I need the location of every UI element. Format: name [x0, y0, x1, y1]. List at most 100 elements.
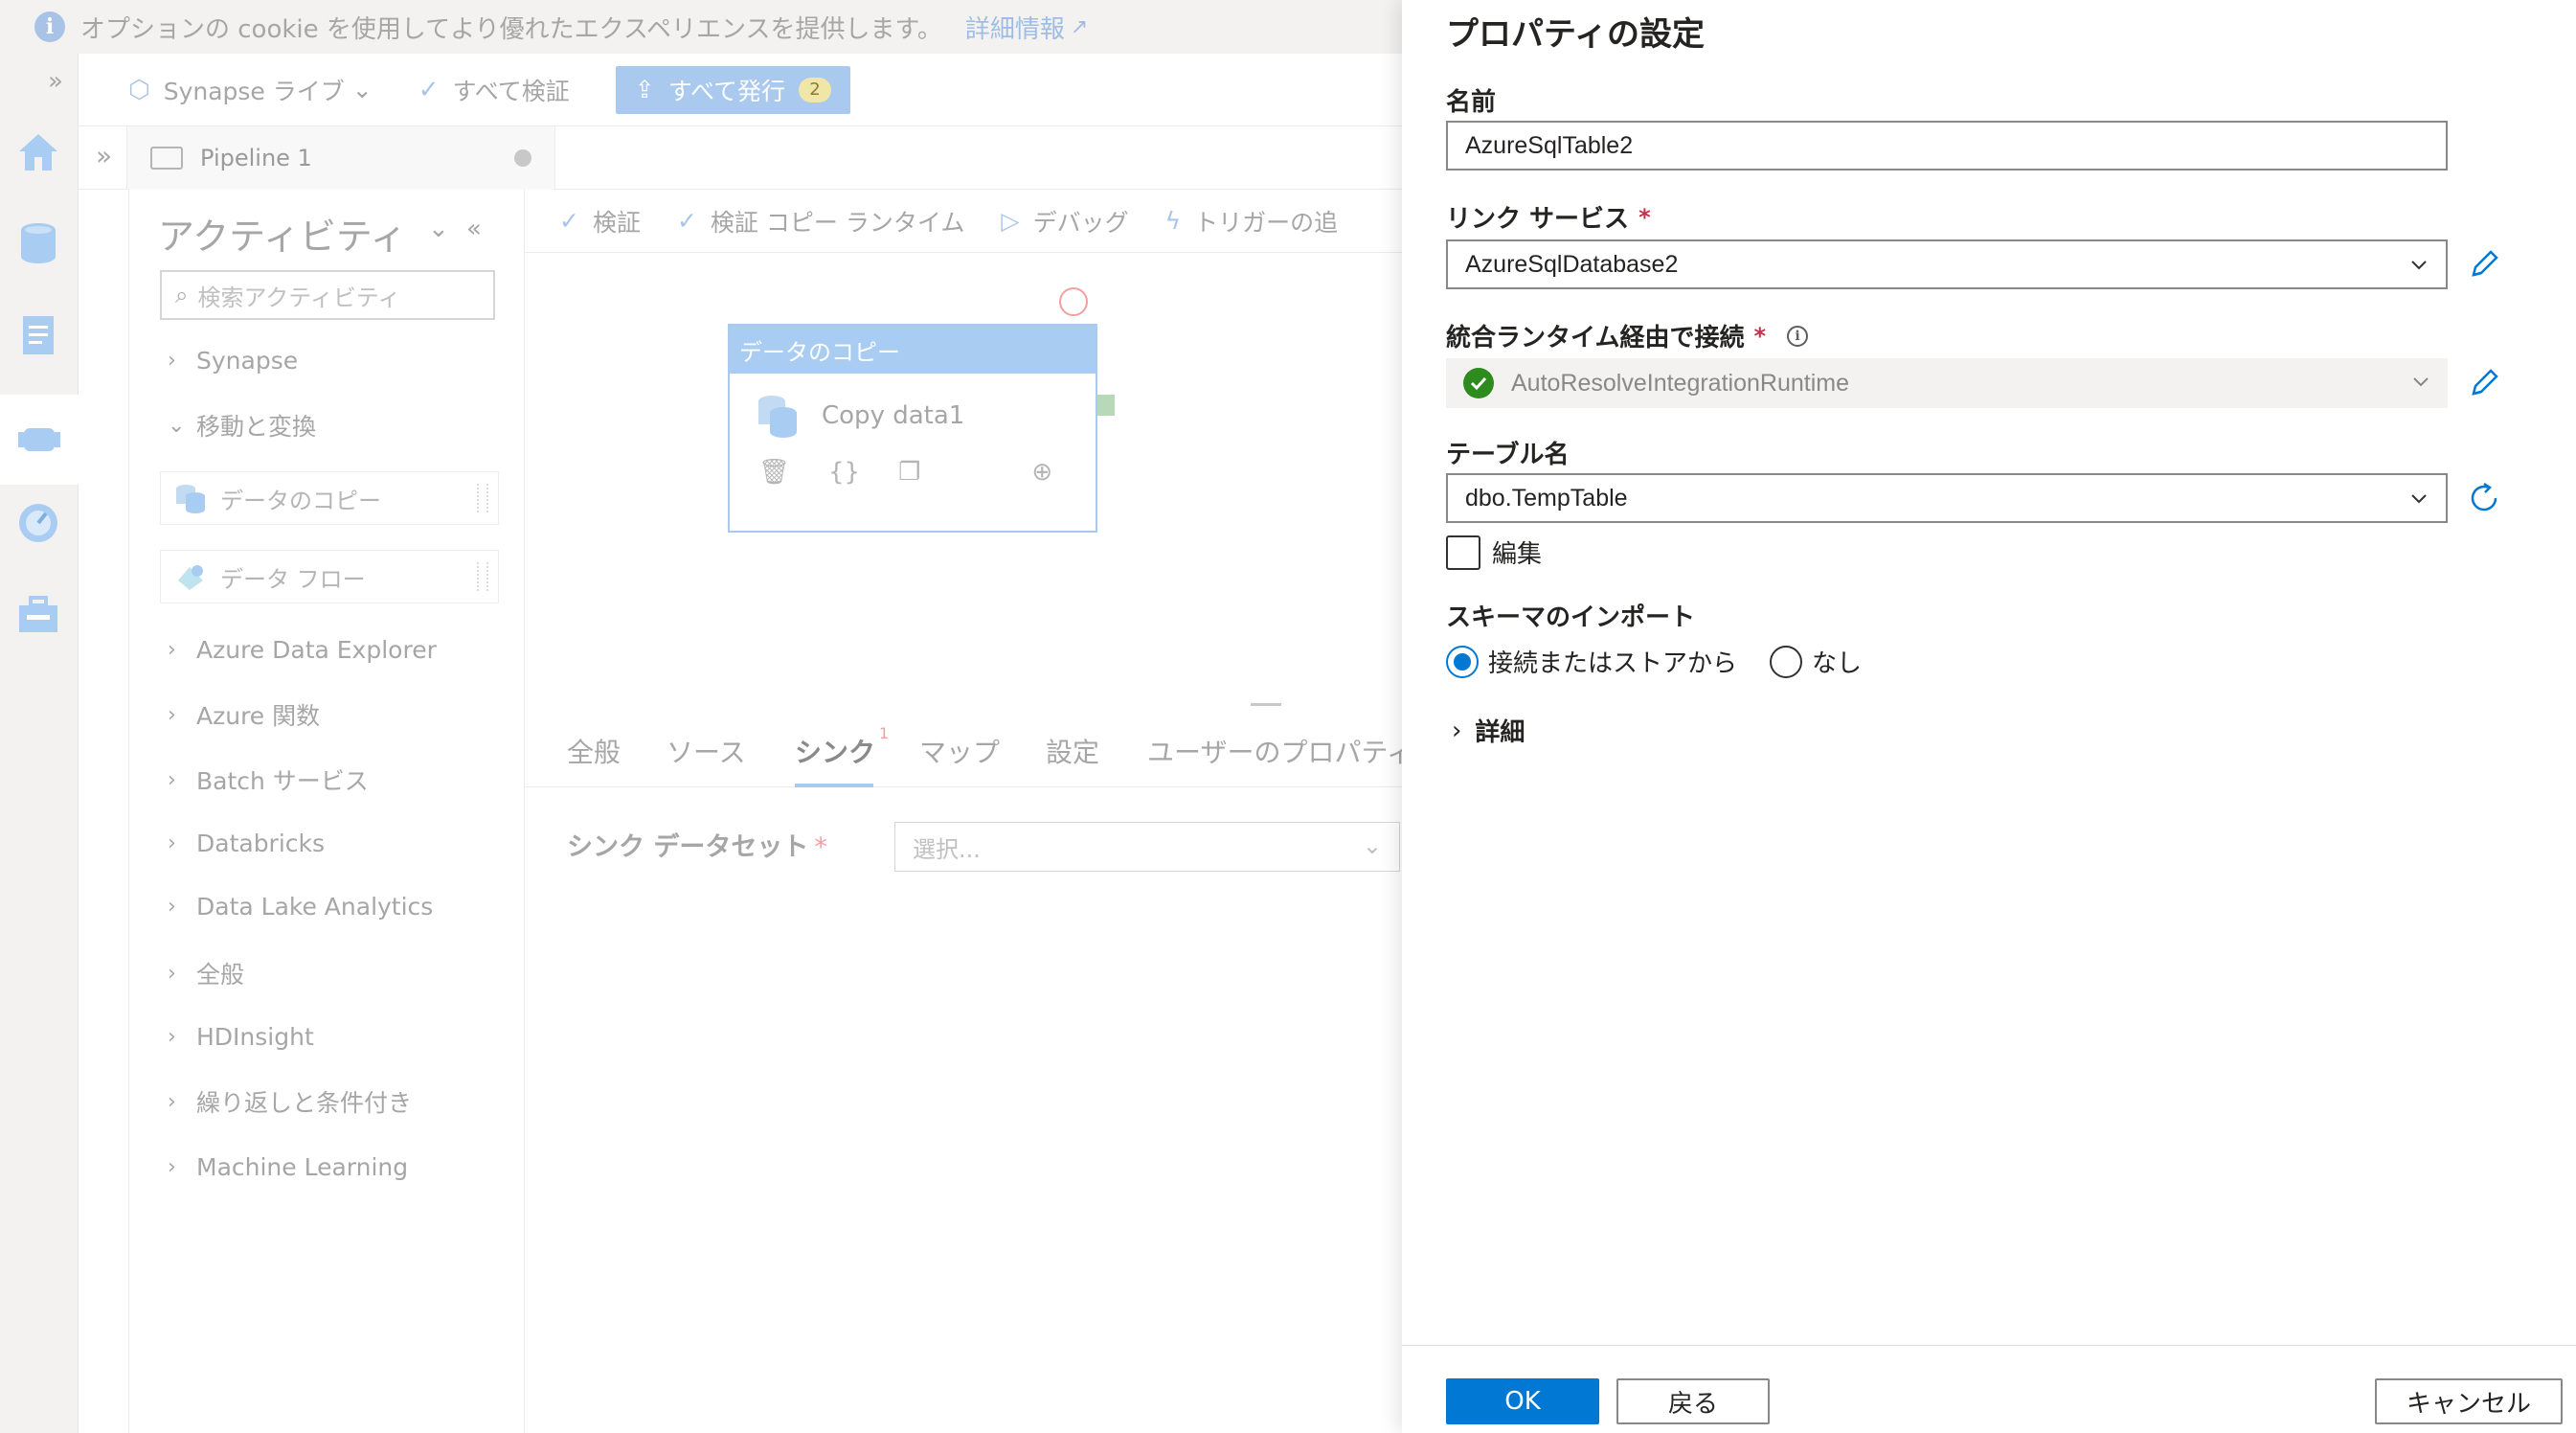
validate-copy-runtime-button[interactable]: ✓ 検証 コピー ランタイム: [677, 204, 964, 239]
edit-checkbox[interactable]: [1446, 535, 1480, 570]
sink-error-badge: 1: [879, 724, 890, 742]
drag-handle-icon[interactable]: [477, 562, 488, 591]
monitor-icon[interactable]: [15, 500, 61, 546]
category-hdinsight[interactable]: › HDInsight: [168, 1023, 314, 1051]
collapse-all-icon[interactable]: ⌄: [428, 215, 449, 243]
data-icon[interactable]: [15, 220, 61, 266]
category-databricks[interactable]: › Databricks: [168, 830, 325, 857]
check-icon: ✓: [559, 207, 579, 235]
check-icon: ✓: [676, 207, 697, 235]
tab-settings[interactable]: 設定: [1046, 732, 1099, 770]
debug-button[interactable]: ▷ デバッグ: [1001, 204, 1128, 239]
activity-copy-data[interactable]: データのコピー: [160, 471, 499, 525]
workspace-toolbar: ⬡ Synapse ライブ ⌄ ✓ すべて検証 ⇪ すべて発行 2: [79, 54, 1402, 126]
category-move-transform[interactable]: ⌄ 移動と変換: [168, 408, 316, 443]
output-port[interactable]: [1097, 395, 1115, 416]
table-name-label: テーブル名: [1446, 441, 1570, 469]
category-iteration-conditionals[interactable]: › 繰り返しと条件付き: [168, 1084, 412, 1119]
validate-button[interactable]: ✓ 検証: [559, 204, 641, 239]
tab-pipeline-1[interactable]: Pipeline 1: [126, 126, 555, 190]
chevron-down-icon: [2411, 261, 2427, 270]
refresh-icon: [2471, 482, 2497, 512]
collapse-pane-icon[interactable]: «: [466, 215, 482, 243]
advanced-section-toggle[interactable]: › 詳細: [1452, 713, 1525, 748]
cookie-learn-more-link[interactable]: 詳細情報: [965, 10, 1065, 45]
category-machine-learning[interactable]: › Machine Learning: [168, 1153, 408, 1181]
info-icon[interactable]: i: [1787, 325, 1809, 347]
validate-all-button[interactable]: ✓ すべて検証: [418, 73, 570, 107]
external-link-icon: ↗: [1070, 14, 1089, 39]
category-batch-service[interactable]: › Batch サービス: [168, 762, 369, 797]
refresh-tables-button[interactable]: [2465, 479, 2503, 517]
error-indicator-icon: [1059, 287, 1088, 316]
back-button[interactable]: 戻る: [1616, 1378, 1770, 1424]
copy-data-activity-node[interactable]: データのコピー Copy data1 🗑 {} ❐ ⊕: [728, 324, 1097, 533]
category-azure-data-explorer[interactable]: › Azure Data Explorer: [168, 636, 437, 664]
radio-from-connection[interactable]: [1446, 645, 1479, 678]
name-input[interactable]: AzureSqlTable2: [1446, 121, 2448, 171]
edit-checkbox-label: 編集: [1492, 540, 1543, 569]
tab-mapping[interactable]: マップ: [919, 732, 1000, 770]
sink-dataset-select[interactable]: 選択... ⌄: [894, 822, 1400, 872]
cancel-button[interactable]: キャンセル: [2375, 1378, 2563, 1424]
chevron-right-icon: ›: [168, 1025, 176, 1049]
radio-none[interactable]: [1770, 645, 1803, 678]
category-synapse[interactable]: › Synapse: [168, 347, 298, 375]
manage-icon[interactable]: [15, 592, 61, 638]
tab-sink[interactable]: シンク: [795, 732, 875, 770]
develop-icon[interactable]: [15, 312, 61, 358]
unsaved-dot-icon: [514, 149, 531, 167]
import-schema-label: スキーマのインポート: [1446, 603, 1696, 632]
synapse-live-dropdown[interactable]: ⬡ Synapse ライブ ⌄: [128, 73, 373, 107]
expand-nav-icon[interactable]: »: [48, 67, 63, 96]
cookie-banner: i オプションの cookie を使用してより優れたエクスペリエンスを提供します…: [0, 0, 1402, 54]
set-properties-panel: プロパティの設定 名前 AzureSqlTable2 リンク サービス * Azu…: [1402, 0, 2576, 1433]
edit-checkbox-row[interactable]: 編集: [1446, 535, 1542, 570]
play-icon: ▷: [1001, 207, 1020, 235]
radio-none-label: なし: [1812, 649, 1863, 678]
category-general[interactable]: › 全般: [168, 956, 244, 990]
cookie-message: オプションの cookie を使用してより優れたエクスペリエンスを提供します。: [80, 14, 942, 44]
activities-pane: アクティビティ ⌄ « ⌕ 検索アクティビティ › Synapse ⌄ 移動と変換 …: [128, 190, 525, 1433]
chevron-down-icon: ⌄: [351, 76, 373, 103]
upload-icon: ⇪: [634, 76, 655, 103]
category-azure-functions[interactable]: › Azure 関数: [168, 697, 320, 732]
tab-general[interactable]: 全般: [567, 732, 621, 770]
publish-all-button[interactable]: ⇪ すべて発行 2: [615, 65, 850, 114]
edit-runtime-button[interactable]: [2465, 364, 2503, 402]
runtime-select: AutoResolveIntegrationRuntime: [1446, 358, 2448, 408]
linked-service-select[interactable]: AzureSqlDatabase2: [1446, 239, 2448, 289]
add-output-icon[interactable]: ⊕: [1031, 458, 1052, 487]
edit-linked-service-button[interactable]: [2465, 245, 2503, 284]
pencil-icon: [2472, 250, 2498, 277]
checklist-icon: ✓: [418, 75, 440, 104]
table-name-select[interactable]: dbo.TempTable: [1446, 473, 2448, 523]
ok-button[interactable]: OK: [1446, 1378, 1599, 1424]
tab-user-properties[interactable]: ユーザーのプロパティ: [1147, 732, 1402, 770]
drag-handle-icon[interactable]: [477, 484, 488, 512]
chevron-down-icon: [2411, 494, 2427, 504]
expand-panel-icon[interactable]: »: [96, 140, 112, 171]
integrate-icon[interactable]: [0, 395, 79, 485]
pipeline-canvas[interactable]: ✓ 検証 ✓ 検証 コピー ランタイム ▷ デバッグ ϟ トリガーの追 データのコピー …: [525, 190, 1402, 707]
sink-dataset-label: シンク データセット *: [567, 832, 827, 862]
clone-icon[interactable]: ❐: [898, 458, 920, 487]
synapse-icon: ⬡: [128, 75, 150, 104]
chevron-right-icon: ›: [1452, 716, 1462, 745]
chevron-down-icon: ⌄: [168, 413, 186, 438]
publish-count-badge: 2: [799, 77, 831, 102]
add-trigger-button[interactable]: ϟ トリガーの追: [1165, 204, 1339, 239]
activity-properties-pane: 全般 ソース シンク 1 マップ 設定 ユーザーのプロパティ シンク データセッ…: [525, 707, 1402, 1433]
delete-icon[interactable]: 🗑: [758, 458, 790, 487]
node-name: Copy data1: [822, 401, 965, 430]
data-flow-icon: [178, 565, 203, 590]
chevron-right-icon: ›: [168, 961, 176, 986]
category-data-lake-analytics[interactable]: › Data Lake Analytics: [168, 893, 433, 921]
home-icon[interactable]: [15, 128, 61, 174]
code-icon[interactable]: {}: [828, 458, 860, 487]
success-check-icon: [1463, 368, 1494, 398]
activity-data-flow[interactable]: データ フロー: [160, 550, 499, 603]
tab-source[interactable]: ソース: [667, 732, 746, 770]
pane-splitter[interactable]: [1251, 703, 1281, 706]
search-activities-input[interactable]: ⌕ 検索アクティビティ: [160, 270, 495, 320]
